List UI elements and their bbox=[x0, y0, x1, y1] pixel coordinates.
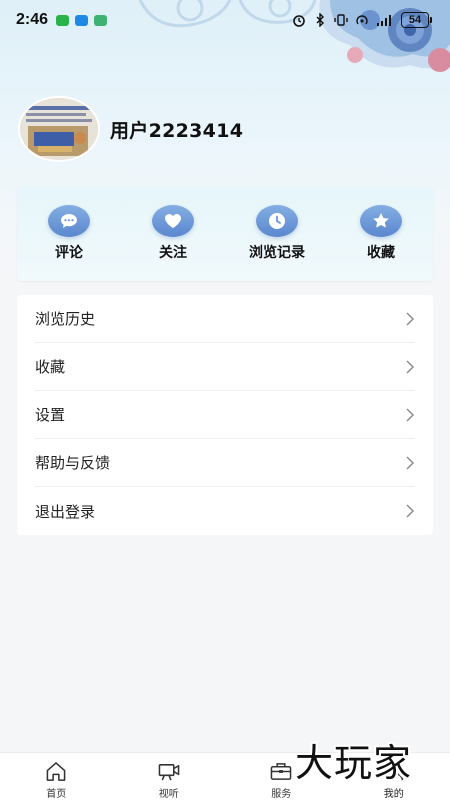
quick-actions-card: 评论 关注 浏览记录 收藏 bbox=[17, 187, 433, 281]
battery-indicator: 54 bbox=[401, 12, 432, 28]
menu-item-browse-history[interactable]: 浏览历史 bbox=[35, 295, 415, 343]
chevron-right-icon bbox=[406, 408, 414, 421]
menu-item-label: 收藏 bbox=[35, 358, 66, 376]
battery-level: 54 bbox=[401, 12, 429, 28]
alarm-icon bbox=[293, 15, 305, 27]
chevron-right-icon bbox=[406, 456, 414, 469]
quick-action-label: 收藏 bbox=[367, 245, 395, 261]
briefcase-icon bbox=[270, 763, 292, 780]
tab-label: 首页 bbox=[46, 789, 67, 800]
username: 用户2223414 bbox=[110, 119, 244, 142]
heart-icon bbox=[152, 205, 194, 237]
game-app-icon bbox=[94, 14, 108, 26]
battery-tip bbox=[430, 17, 432, 23]
chevron-right-icon bbox=[406, 360, 414, 373]
quick-action-comments[interactable]: 评论 bbox=[24, 205, 114, 281]
vibrate-icon bbox=[334, 14, 348, 26]
bluetooth-icon bbox=[316, 13, 324, 27]
tab-label: 视听 bbox=[158, 789, 179, 800]
quick-action-label: 浏览记录 bbox=[249, 245, 305, 261]
watermark-text: 大玩家 bbox=[295, 741, 413, 785]
status-bar: 2:46 54 bbox=[0, 0, 450, 40]
signal-icon bbox=[377, 15, 391, 26]
menu-item-label: 帮助与反馈 bbox=[35, 454, 111, 472]
comment-icon bbox=[48, 205, 90, 237]
quick-action-favorites[interactable]: 收藏 bbox=[336, 205, 426, 281]
star-icon bbox=[360, 205, 402, 237]
menu-list: 浏览历史 收藏 设置 帮助与反馈 退出登录 bbox=[17, 295, 433, 535]
chevron-right-icon bbox=[406, 312, 414, 325]
tab-label: 我的 bbox=[383, 789, 404, 800]
message-app-icon bbox=[75, 14, 89, 26]
avatar-image bbox=[20, 98, 98, 160]
profile-section: 用户2223414 bbox=[18, 96, 243, 162]
tab-home[interactable]: 首页 bbox=[16, 753, 96, 800]
menu-item-label: 退出登录 bbox=[35, 502, 96, 521]
menu-item-settings[interactable]: 设置 bbox=[35, 391, 415, 439]
menu-item-label: 设置 bbox=[35, 406, 66, 424]
menu-item-help-feedback[interactable]: 帮助与反馈 bbox=[35, 439, 415, 487]
home-icon bbox=[46, 762, 66, 781]
status-time: 2:46 bbox=[16, 11, 49, 28]
quick-action-follow[interactable]: 关注 bbox=[128, 205, 218, 281]
tab-label: 服务 bbox=[271, 789, 292, 800]
quick-action-label: 关注 bbox=[159, 245, 187, 261]
menu-item-label: 浏览历史 bbox=[35, 310, 96, 328]
quick-action-label: 评论 bbox=[55, 245, 83, 261]
chevron-right-icon bbox=[406, 504, 414, 518]
hotspot-icon bbox=[356, 15, 368, 25]
menu-item-logout[interactable]: 退出登录 bbox=[35, 487, 415, 535]
clock-icon bbox=[256, 205, 298, 237]
tab-video[interactable]: 视听 bbox=[129, 753, 209, 800]
wechat-icon bbox=[56, 14, 70, 26]
status-indicators: 54 bbox=[292, 12, 432, 28]
avatar[interactable] bbox=[18, 96, 100, 162]
video-icon bbox=[158, 764, 180, 781]
quick-action-browse-records[interactable]: 浏览记录 bbox=[232, 205, 322, 281]
menu-item-favorites[interactable]: 收藏 bbox=[35, 343, 415, 391]
